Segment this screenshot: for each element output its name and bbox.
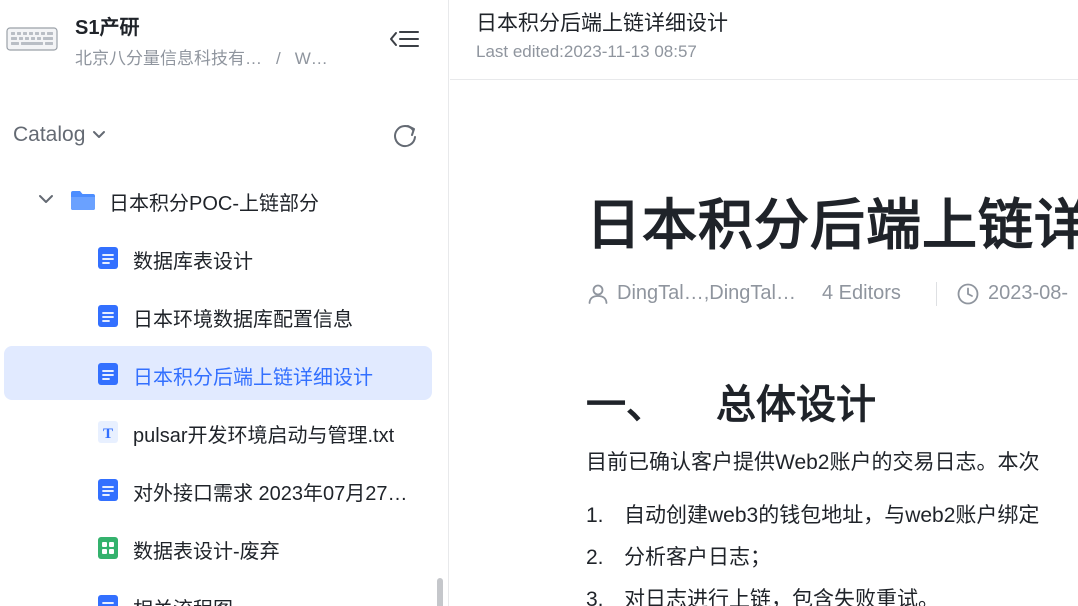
- workspace-header: S1产研 北京八分量信息科技有… / W…: [0, 0, 449, 80]
- tree-item-label: 相关流程图: [133, 593, 233, 606]
- refresh-icon[interactable]: [392, 122, 418, 150]
- catalog-header: Catalog: [0, 116, 449, 156]
- doc-icon: [98, 247, 118, 269]
- tree-item[interactable]: 日本环境数据库配置信息: [4, 288, 432, 342]
- tree-item-label: pulsar开发环境启动与管理.txt: [133, 425, 395, 447]
- doc-icon: [98, 479, 118, 501]
- chevron-down-icon[interactable]: [37, 192, 55, 206]
- tree-item[interactable]: 对外接口需求 2023年07月27…: [4, 462, 432, 516]
- document-date: 2023-08-: [988, 282, 1069, 304]
- tree-item[interactable]: T pulsar开发环境启动与管理.txt: [4, 404, 432, 458]
- tree-item[interactable]: 相关流程图: [4, 578, 432, 606]
- list-item[interactable]: 3. 对日志进行上链，包含失败重试。: [586, 583, 939, 606]
- tree-item[interactable]: 数据表设计-废弃: [4, 520, 432, 574]
- breadcrumb-separator: /: [276, 49, 281, 68]
- tree-folder-label: 日本积分POC-上链部分: [109, 193, 319, 215]
- user-icon: [588, 284, 608, 304]
- keyboard-icon: [6, 27, 58, 51]
- document-header: 日本积分后端上链详细设计 Last edited:2023-11-13 08:5…: [450, 0, 1078, 80]
- catalog-toggle[interactable]: Catalog: [13, 123, 107, 147]
- svg-text:T: T: [103, 426, 113, 442]
- catalog-label: Catalog: [13, 123, 86, 146]
- breadcrumb: 北京八分量信息科技有… / W…: [75, 44, 328, 69]
- sidebar: S1产研 北京八分量信息科技有… / W… Catalog 日本积分POC-上链…: [0, 0, 449, 606]
- workspace-name[interactable]: S1产研: [75, 11, 139, 40]
- tree-item-label: 日本环境数据库配置信息: [133, 309, 353, 331]
- header-title[interactable]: 日本积分后端上链详细设计: [476, 7, 728, 37]
- collapse-sidebar-icon[interactable]: [387, 24, 421, 54]
- list-item[interactable]: 2. 分析客户日志；: [586, 541, 771, 571]
- list-number: 1.: [586, 504, 604, 527]
- last-edited: Last edited:2023-11-13 08:57: [476, 42, 697, 61]
- tree-item[interactable]: 数据库表设计: [4, 230, 432, 284]
- meta-divider: [936, 282, 937, 306]
- list-text: 分析客户日志；: [624, 546, 771, 569]
- sheet-icon: [98, 537, 118, 559]
- tree-item-label: 日本积分后端上链详细设计: [133, 367, 373, 389]
- folder-icon: [71, 191, 95, 210]
- app-window: S1产研 北京八分量信息科技有… / W… Catalog 日本积分POC-上链…: [0, 0, 1078, 606]
- tree-item-label: 对外接口需求 2023年07月27…: [133, 483, 408, 505]
- breadcrumb-tail[interactable]: W…: [295, 49, 328, 68]
- editors-count[interactable]: 4 Editors: [822, 282, 901, 305]
- tree-item-label: 数据库表设计: [133, 251, 253, 273]
- doc-icon: [98, 363, 118, 385]
- section-heading[interactable]: 一、 总体设计: [586, 372, 876, 430]
- list-number: 3.: [586, 588, 604, 606]
- list-text: 自动创建web3的钱包地址，与web2账户绑定: [624, 504, 1040, 527]
- document-title[interactable]: 日本积分后端上链详细设计: [586, 180, 1078, 260]
- document-authors[interactable]: DingTal…,DingTal…: [617, 282, 796, 305]
- section-number: 一、: [586, 383, 666, 427]
- list-item[interactable]: 1. 自动创建web3的钱包地址，与web2账户绑定: [586, 499, 1039, 529]
- clock-icon: [957, 283, 979, 305]
- tree-item-active[interactable]: 日本积分后端上链详细设计: [4, 346, 432, 400]
- section-title: 总体设计: [716, 383, 876, 427]
- list-text: 对日志进行上链，包含失败重试。: [624, 588, 939, 606]
- document-area: 日本积分后端上链详细设计 Last edited:2023-11-13 08:5…: [450, 0, 1078, 606]
- chevron-down-icon: [93, 131, 106, 138]
- tree-item-label: 数据表设计-废弃: [133, 541, 280, 563]
- breadcrumb-org[interactable]: 北京八分量信息科技有…: [75, 49, 262, 68]
- doc-icon: [98, 595, 118, 606]
- txt-icon: T: [98, 421, 118, 443]
- paragraph[interactable]: 目前已确认客户提供Web2账户的交易日志。本次: [586, 446, 1039, 476]
- sidebar-scrollbar[interactable]: [437, 578, 443, 606]
- list-number: 2.: [586, 546, 604, 569]
- doc-icon: [98, 305, 118, 327]
- tree-folder[interactable]: 日本积分POC-上链部分: [4, 172, 432, 226]
